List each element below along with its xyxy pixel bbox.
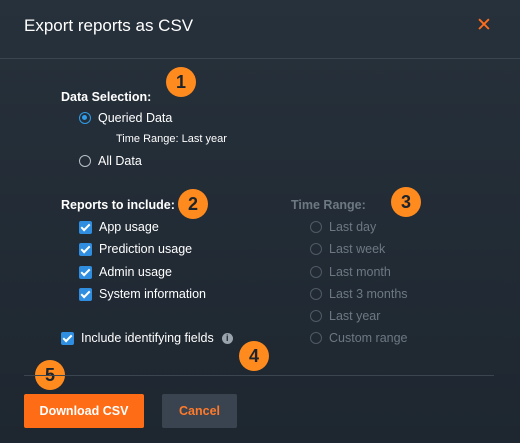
radio-last-3-months[interactable]: Last 3 months (310, 286, 408, 302)
radio-unselected-icon (310, 266, 322, 278)
checkbox-label: Admin usage (99, 265, 172, 279)
radio-label: Last week (329, 242, 386, 256)
radio-last-year[interactable]: Last year (310, 308, 380, 324)
radio-last-month[interactable]: Last month (310, 264, 391, 280)
callout-badge-1: 1 (166, 67, 196, 97)
radio-unselected-icon (310, 288, 322, 300)
callout-badge-3: 3 (391, 187, 421, 217)
checkbox-label: App usage (99, 220, 159, 234)
radio-all-data[interactable]: All Data (79, 153, 142, 169)
time-range-label: Time Range: (291, 198, 366, 212)
radio-label: Last month (329, 265, 391, 279)
radio-label: All Data (98, 154, 142, 168)
info-icon[interactable]: i (221, 332, 233, 344)
radio-custom-range[interactable]: Custom range (310, 330, 408, 346)
export-dialog: Export reports as CSV ✕ 1 2 3 4 5 Data S… (0, 0, 520, 443)
radio-last-week[interactable]: Last week (310, 241, 385, 257)
data-selection-label: Data Selection: (61, 90, 152, 104)
radio-label: Last year (329, 309, 381, 323)
radio-unselected-icon (310, 243, 322, 255)
checkbox-system-information[interactable]: System information (79, 286, 206, 302)
radio-label: Queried Data (98, 111, 173, 125)
checkbox-checked-icon (79, 242, 92, 256)
radio-label: Last day (329, 220, 377, 234)
checkbox-checked-icon (61, 331, 74, 345)
checkbox-include-identifying-fields[interactable]: Include identifying fields i (61, 330, 233, 346)
radio-label: Custom range (329, 331, 408, 345)
radio-unselected-icon (310, 310, 322, 322)
callout-badge-2: 2 (178, 189, 208, 219)
footer-divider (24, 375, 494, 376)
dialog-header: Export reports as CSV ✕ (0, 0, 520, 59)
radio-unselected-icon (310, 332, 322, 344)
checkbox-prediction-usage[interactable]: Prediction usage (79, 241, 192, 257)
radio-unselected-icon (79, 155, 91, 167)
checkbox-label: System information (99, 287, 206, 301)
radio-queried-data[interactable]: Queried Data (79, 110, 172, 126)
radio-label: Last 3 months (329, 287, 408, 301)
reports-label: Reports to include: (61, 198, 175, 212)
callout-badge-4: 4 (239, 341, 269, 371)
checkbox-label: Prediction usage (99, 242, 193, 256)
checkbox-checked-icon (79, 287, 92, 301)
cancel-button[interactable]: Cancel (162, 394, 237, 428)
radio-unselected-icon (310, 221, 322, 233)
radio-selected-icon (79, 112, 91, 124)
checkbox-app-usage[interactable]: App usage (79, 219, 159, 235)
checkbox-label: Include identifying fields (81, 331, 214, 345)
dialog-title: Export reports as CSV (24, 16, 194, 35)
checkbox-admin-usage[interactable]: Admin usage (79, 264, 172, 280)
close-icon[interactable]: ✕ (474, 16, 494, 36)
radio-last-day[interactable]: Last day (310, 219, 376, 235)
checkbox-checked-icon (79, 265, 92, 279)
download-csv-button[interactable]: Download CSV (24, 394, 144, 428)
time-range-note: Time Range: Last year (116, 133, 227, 145)
checkbox-checked-icon (79, 220, 92, 234)
